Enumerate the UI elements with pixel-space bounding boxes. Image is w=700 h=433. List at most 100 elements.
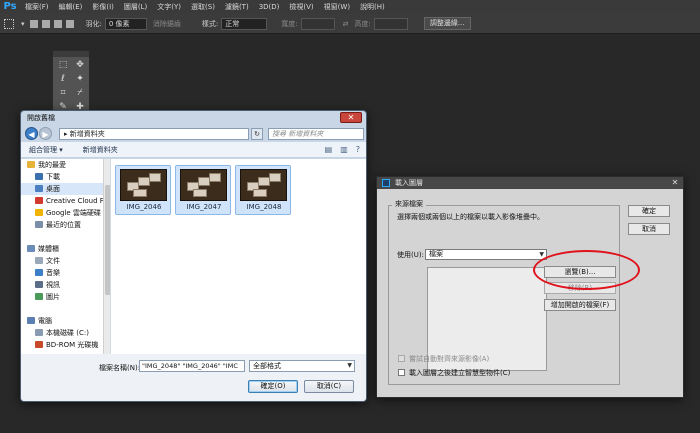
menu-item[interactable]: 影像(I) (87, 0, 119, 14)
file-type-value: 全部格式 (253, 362, 281, 370)
menu-item[interactable]: 圖層(L) (119, 0, 152, 14)
nav-item[interactable]: Creative Cloud F (21, 195, 110, 207)
new-folder-button[interactable]: 新增資料夾 (83, 145, 118, 155)
height-input[interactable] (373, 17, 408, 30)
command-bar: 組合管理 ▾ 新增資料夾 ▤ ▥ ? (21, 142, 366, 158)
use-select-value: 檔案 (429, 250, 443, 258)
nav-item[interactable]: 本機磁碟 (C:) (21, 327, 110, 339)
address-path: 新增資料夾 (69, 129, 105, 138)
marquee-icon[interactable]: ⬚ (56, 59, 70, 71)
folder-icon (35, 329, 43, 336)
nav-item[interactable]: Google 雲端硬碟 (21, 207, 110, 219)
crop-icon[interactable]: ⌗ (56, 87, 70, 99)
source-files-title: 來源檔案 (392, 199, 426, 209)
menu-item[interactable]: 編輯(E) (54, 0, 88, 14)
move-icon[interactable]: ✥ (73, 59, 87, 71)
file-item[interactable]: IMG_2046 (115, 165, 171, 215)
close-icon[interactable]: ✕ (670, 178, 680, 187)
nav-item[interactable]: 圖片 (21, 291, 110, 303)
smart-object-label: 載入圖層之後建立智慧型物件(C) (409, 369, 511, 377)
help-icon[interactable]: ? (356, 145, 360, 154)
cancel-button[interactable]: 取消(C) (304, 380, 354, 393)
smart-object-checkbox[interactable] (398, 369, 405, 376)
menu-item[interactable]: 視窗(W) (319, 0, 355, 14)
folder-icon (35, 185, 43, 192)
view-icon[interactable]: ▤ (325, 145, 333, 154)
nav-item[interactable]: 下載 (21, 171, 110, 183)
nav-item-label: 桌面 (46, 185, 60, 193)
dialog-body: 我的最愛 下載桌面 Creative Cloud F Google 雲端硬碟 最近的位置… (21, 159, 366, 354)
add-selection-icon[interactable] (41, 19, 50, 28)
auto-align-checkbox[interactable] (398, 355, 405, 362)
forward-icon[interactable]: ▶ (39, 127, 52, 140)
file-type-select[interactable]: 全部格式 ▼ (249, 360, 355, 372)
menu-item[interactable]: 濾鏡(T) (220, 0, 254, 14)
toolbox-grip[interactable] (53, 51, 89, 57)
subtract-selection-icon[interactable] (53, 19, 62, 28)
nav-item[interactable]: 視訊 (21, 279, 110, 291)
swap-icon[interactable]: ⇄ (343, 20, 349, 28)
lasso-icon[interactable]: ℓ (56, 73, 70, 85)
back-icon[interactable]: ◀ (25, 127, 38, 140)
height-label: 高度: (354, 19, 371, 28)
nav-group[interactable]: 媒體櫃 (21, 243, 110, 255)
cancel-button[interactable]: 取消 (628, 223, 670, 235)
nav-item (21, 303, 110, 315)
refresh-icon[interactable]: ↻ (251, 127, 263, 140)
folder-icon (35, 293, 43, 300)
annotation-circle (533, 250, 640, 290)
file-item[interactable]: IMG_2047 (175, 165, 231, 215)
menu-item[interactable]: 選取(S) (186, 0, 220, 14)
new-selection-icon[interactable] (29, 19, 38, 28)
nav-scroll-thumb[interactable] (105, 185, 110, 295)
nav-group[interactable]: 我的最愛 (21, 159, 110, 171)
intersect-selection-icon[interactable] (65, 19, 74, 28)
style-select[interactable]: 正常 (221, 17, 268, 30)
nav-group[interactable]: 電腦 (21, 315, 110, 327)
chevron-down-icon: ▼ (347, 362, 352, 369)
refine-edge-button[interactable]: 調整邊緣... (423, 17, 471, 30)
file-item[interactable]: IMG_2048 (235, 165, 291, 215)
use-label: 使用(U): (397, 251, 424, 259)
menu-item[interactable]: 說明(H) (355, 0, 390, 14)
width-input[interactable] (300, 17, 335, 30)
marquee-tool-icon[interactable] (4, 18, 14, 29)
navigation-pane: 我的最愛 下載桌面 Creative Cloud F Google 雲端硬碟 最近的位置… (21, 159, 111, 354)
ok-button[interactable]: 確定 (628, 205, 670, 217)
close-icon[interactable]: ✕ (340, 112, 362, 123)
nav-item-label: 最近的位置 (46, 221, 81, 229)
address-input[interactable]: ▸ 新增資料夾 (59, 127, 249, 140)
use-select[interactable]: 檔案 ▼ (425, 249, 547, 260)
menu-item[interactable]: 3D(D) (254, 0, 285, 14)
nav-item[interactable]: 音樂 (21, 267, 110, 279)
nav-item-label: 視訊 (46, 281, 60, 289)
load-dialog-title: 載入圖層 (395, 179, 423, 187)
load-dialog-titlebar[interactable]: 載入圖層 ✕ (377, 177, 683, 189)
folder-icon (27, 317, 35, 324)
organize-button[interactable]: 組合管理 ▾ (29, 145, 63, 155)
eyedropper-icon[interactable]: ⌿ (73, 87, 87, 99)
folder-icon (35, 269, 43, 276)
nav-scrollbar[interactable] (103, 159, 110, 354)
open-button[interactable]: 確定(O) (248, 380, 298, 393)
antialias-checkbox-label[interactable]: 消除鋸齒 (153, 19, 181, 29)
add-open-files-button[interactable]: 增加開啟的檔案(F) (544, 299, 616, 311)
filename-input[interactable]: "IMG_2048" "IMG_2046" "IMC (139, 360, 245, 372)
nav-item[interactable]: BD-ROM 光碟機 (21, 339, 110, 351)
photoshop-logo: Ps (3, 1, 17, 12)
menu-item[interactable]: 檢視(V) (284, 0, 318, 14)
search-input[interactable]: 搜尋 新增資料夾 (268, 127, 364, 140)
magic-wand-icon[interactable]: ✦ (73, 73, 87, 85)
nav-item-label: Google 雲端硬碟 (46, 209, 101, 217)
preview-pane-icon[interactable]: ▥ (340, 145, 348, 154)
dropdown-arrow-icon[interactable]: ▾ (21, 20, 25, 28)
nav-item[interactable]: 桌面 (21, 183, 110, 195)
menu-item[interactable]: 檔案(F) (20, 0, 54, 14)
folder-icon (35, 221, 43, 228)
nav-item[interactable]: 最近的位置 (21, 219, 110, 231)
menu-item[interactable]: 文字(Y) (152, 0, 186, 14)
feather-label: 羽化: (85, 19, 102, 28)
open-dialog-titlebar[interactable]: 開啟舊檔 ✕ (21, 111, 366, 125)
feather-input[interactable]: 0 像素 (104, 17, 147, 30)
nav-item[interactable]: 文件 (21, 255, 110, 267)
